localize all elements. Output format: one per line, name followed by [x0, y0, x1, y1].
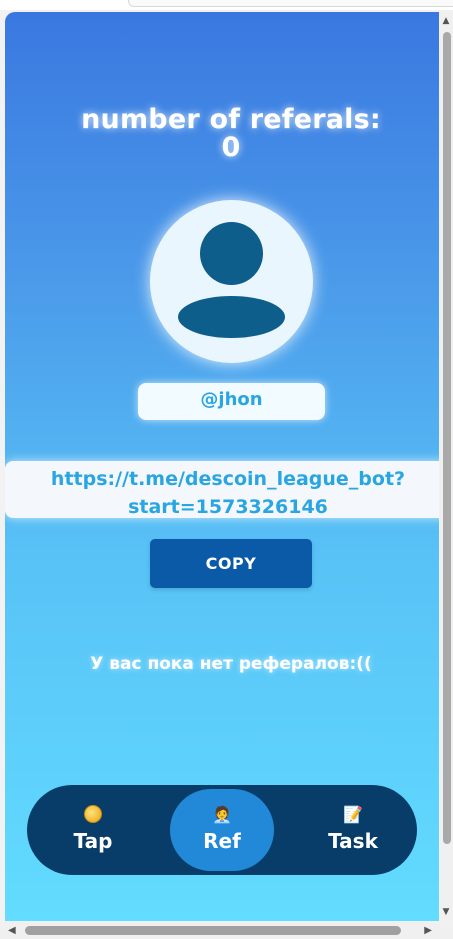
person-icon: 🧑‍💼: [212, 805, 232, 824]
nav-label-tap: Tap: [73, 829, 113, 853]
nav-label-task: Task: [328, 829, 378, 853]
nav-item-tap[interactable]: Tap: [41, 789, 145, 871]
invite-link-line-2: start=1573326146: [128, 496, 328, 518]
referral-count-heading: number of referals: 0: [5, 106, 439, 162]
avatar: [150, 200, 313, 363]
scroll-right-arrow-icon[interactable]: ▶: [424, 925, 432, 936]
scrollbar-corner: [440, 922, 453, 939]
horizontal-scroll-thumb[interactable]: [25, 926, 401, 935]
scroll-down-arrow-icon[interactable]: ▼: [441, 907, 451, 917]
avatar-body-icon: [178, 296, 285, 338]
invite-link-text[interactable]: https://t.me/descoin_league_bot? start=1…: [5, 465, 439, 521]
username-badge: @jhon: [138, 383, 325, 420]
invite-link-box[interactable]: https://t.me/descoin_league_bot? start=1…: [5, 461, 439, 518]
browser-top-edge: [0, 0, 453, 10]
copy-button[interactable]: COPY: [150, 539, 312, 588]
horizontal-scrollbar[interactable]: ◀ ▶: [0, 922, 440, 939]
coin-icon: [41, 805, 145, 825]
referral-count-value: 0: [221, 132, 241, 163]
address-bar-edge: [128, 0, 453, 7]
bottom-nav: Tap 🧑‍💼 Ref 📝 Task: [27, 785, 417, 875]
nav-label-ref: Ref: [203, 829, 241, 853]
empty-referrals-message: У вас пока нет рефералов:((: [90, 654, 372, 674]
vertical-scroll-thumb[interactable]: [443, 32, 451, 844]
nav-item-task[interactable]: 📝 Task: [301, 789, 405, 871]
nav-item-ref[interactable]: 🧑‍💼 Ref: [170, 789, 274, 871]
referral-screen: number of referals: 0 @jhon https://t.me…: [5, 12, 439, 921]
avatar-head-icon: [200, 222, 263, 285]
invite-link-line-1: https://t.me/descoin_league_bot?: [50, 468, 406, 490]
memo-icon: 📝: [343, 805, 363, 824]
scroll-left-arrow-icon[interactable]: ◀: [8, 925, 16, 936]
scroll-up-arrow-icon[interactable]: ▲: [441, 16, 451, 26]
referral-count-label: number of referals:: [81, 104, 381, 135]
vertical-scrollbar[interactable]: ▲ ▼: [440, 12, 453, 921]
